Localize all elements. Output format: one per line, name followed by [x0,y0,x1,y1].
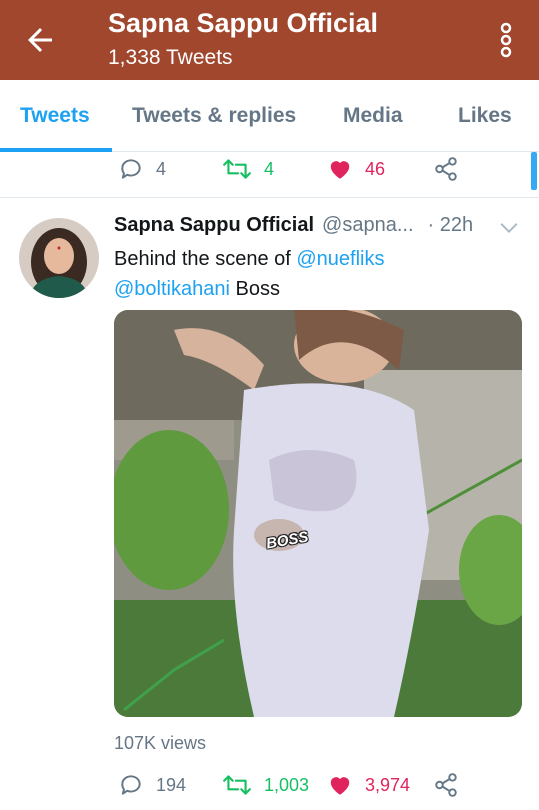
video-frame [114,310,522,717]
reply-icon [121,159,141,179]
tweet-divider [0,197,539,198]
reply-action[interactable]: 194 [118,772,186,798]
reply-count: 194 [156,774,187,795]
tweet-header: Sapna Sappu Official @sapna... · 22h [114,214,473,237]
tweet-time: · 22h [427,214,474,236]
profile-title: Sapna Sappu Official [108,8,379,38]
tweet-text: Behind the scene of @nuefliks @boltikaha… [114,244,524,304]
heart-icon [330,777,350,795]
profile-photo [19,218,99,298]
tab-media[interactable]: Media [343,104,403,128]
tab-tweets[interactable]: Tweets [20,104,90,128]
retweet-count: 1,003 [264,774,310,795]
mention-link[interactable]: @boltikahani [114,278,230,300]
tweet-video[interactable]: BOSS [114,310,522,717]
share-icon [435,773,457,797]
mention-link[interactable]: @nuefliks [296,248,384,270]
retweet-count: 4 [264,158,275,179]
tab-likes[interactable]: Likes [458,104,512,128]
heart-icon [330,161,350,179]
tweet-count: 1,338 Tweets [108,46,233,69]
app-bar: Sapna Sappu Official 1,338 Tweets [0,0,539,80]
chevron-down-icon[interactable] [498,217,520,239]
prev-share-action[interactable] [433,156,471,182]
avatar[interactable] [19,218,99,298]
reply-icon [121,775,141,795]
tab-tweets-and-replies[interactable]: Tweets & replies [132,104,296,128]
active-tab-indicator [0,148,112,152]
like-action[interactable]: 3,974 [327,772,410,798]
share-icon [435,157,457,181]
share-action[interactable] [433,772,471,798]
scrollbar-thumb[interactable] [531,152,537,190]
retweet-icon [223,775,251,795]
tweet-text-line1: Behind the scene of [114,248,297,270]
prev-retweet-action[interactable]: 4 [222,156,274,182]
profile-tabs: Tweets Tweets & replies Media Likes [0,80,539,152]
like-count: 3,974 [365,774,411,795]
tweet-text-tail: Boss [229,278,280,300]
back-arrow-icon[interactable] [22,22,58,58]
like-count: 46 [365,158,386,179]
retweet-icon [223,159,251,179]
prev-reply-action[interactable]: 4 [118,156,166,182]
more-options-icon[interactable] [499,20,513,60]
author-name[interactable]: Sapna Sappu Official [114,214,314,237]
prev-like-action[interactable]: 46 [327,156,385,182]
view-count: 107K views [114,733,207,753]
retweet-action[interactable]: 1,003 [222,772,309,798]
reply-count: 4 [156,158,167,179]
author-handle[interactable]: @sapna... [322,214,413,237]
